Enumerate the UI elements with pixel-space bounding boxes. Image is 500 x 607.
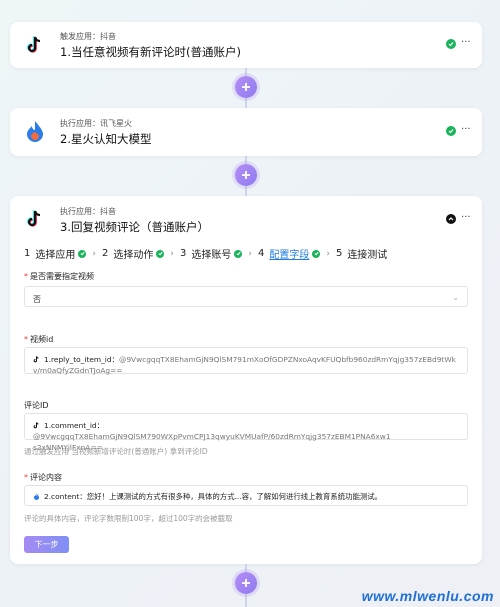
chevron-up-icon: [448, 217, 454, 221]
video-id-field[interactable]: 1.reply_to_item_id：@9VwcgqqTX8EhamGjN9Ql…: [24, 347, 468, 375]
video-id-label: * 视频id: [24, 335, 54, 344]
chevron-right-icon: ›: [248, 248, 252, 259]
add-step-button[interactable]: [235, 572, 257, 594]
wizard-step-connection-test[interactable]: 5 连接测试: [336, 246, 387, 261]
more-options-button[interactable]: ···: [461, 212, 471, 223]
required-marker: *: [24, 335, 28, 344]
config-wizard-steps: 1 选择应用 › 2 选择动作 › 3 选择账号 › 4 配置字段 › 5 连接…: [24, 246, 387, 261]
tiktok-icon: [24, 208, 46, 230]
check-icon: [78, 249, 87, 258]
trigger-step-title: 1.当任意视频有新评论时(普通账户): [60, 45, 241, 59]
add-step-button[interactable]: [235, 164, 257, 186]
variable-token: 2.content：您好！上课测试的方式有很多种，具体的方式...容，了解如何进…: [33, 491, 459, 502]
check-icon: [446, 126, 456, 136]
variable-token: 1.reply_to_item_id：@9VwcgqqTX8EhamGjN9Ql…: [33, 355, 456, 375]
wizard-step-select-app[interactable]: 1 选择应用: [24, 246, 87, 261]
tiktok-icon: [24, 34, 46, 56]
chevron-right-icon: ›: [170, 248, 174, 259]
action-app-label: 执行应用：讯飞星火: [60, 119, 132, 128]
chevron-right-icon: ›: [92, 248, 96, 259]
comment-id-hint: 通过触发应用 当视频新增评论时(普通账户) 拿到评论ID: [24, 447, 208, 456]
check-icon: [156, 249, 165, 258]
comment-content-hint: 评论的具体内容，评论字数限制100字，超过100字的会被截取: [24, 514, 233, 523]
plus-icon: [242, 579, 250, 587]
required-marker: *: [24, 272, 28, 281]
wizard-step-select-action[interactable]: 2 选择动作: [102, 246, 165, 261]
chevron-down-icon: ⌄: [452, 293, 459, 302]
check-icon: [312, 249, 321, 258]
plus-icon: [242, 83, 250, 91]
trigger-app-label: 触发应用：抖音: [60, 32, 116, 41]
watermark: www.mlwenlu.com: [361, 588, 494, 604]
specify-video-label: * 是否需要指定视频: [24, 272, 94, 281]
plus-icon: [242, 171, 250, 179]
check-icon: [234, 249, 243, 258]
more-options-button[interactable]: ···: [461, 124, 471, 135]
tiktok-icon: [33, 421, 40, 429]
chevron-right-icon: ›: [326, 248, 330, 259]
next-step-button[interactable]: 下一步: [24, 536, 69, 553]
more-options-button[interactable]: ···: [461, 37, 471, 48]
wizard-step-select-account[interactable]: 3 选择账号: [180, 246, 243, 261]
check-icon: [446, 39, 456, 49]
spark-icon: [33, 492, 40, 500]
collapse-button[interactable]: [446, 214, 456, 224]
tiktok-icon: [33, 355, 40, 363]
wizard-step-configure-fields[interactable]: 4 配置字段: [258, 246, 321, 261]
action-step-title: 3.回复视频评论（普通账户）: [60, 220, 209, 234]
comment-content-label: * 评论内容: [24, 473, 62, 482]
comment-id-field[interactable]: 1.comment_id：@9VwcgqqTX8EhamGjN9QlSM790W…: [24, 413, 468, 452]
specify-video-select[interactable]: 否 ⌄: [24, 286, 468, 307]
action-step-title: 2.星火认知大模型: [60, 132, 152, 146]
add-step-button[interactable]: [235, 76, 257, 98]
required-marker: *: [24, 473, 28, 482]
comment-id-label: 评论ID: [24, 401, 49, 410]
action-step-card-spark[interactable]: 执行应用：讯飞星火 2.星火认知大模型 ···: [10, 108, 482, 156]
comment-content-field[interactable]: 2.content：您好！上课测试的方式有很多种，具体的方式...容，了解如何进…: [24, 485, 468, 506]
action-app-label: 执行应用：抖音: [60, 207, 116, 216]
spark-icon: [24, 120, 46, 142]
trigger-step-card[interactable]: 触发应用：抖音 1.当任意视频有新评论时(普通账户) ···: [10, 22, 482, 68]
